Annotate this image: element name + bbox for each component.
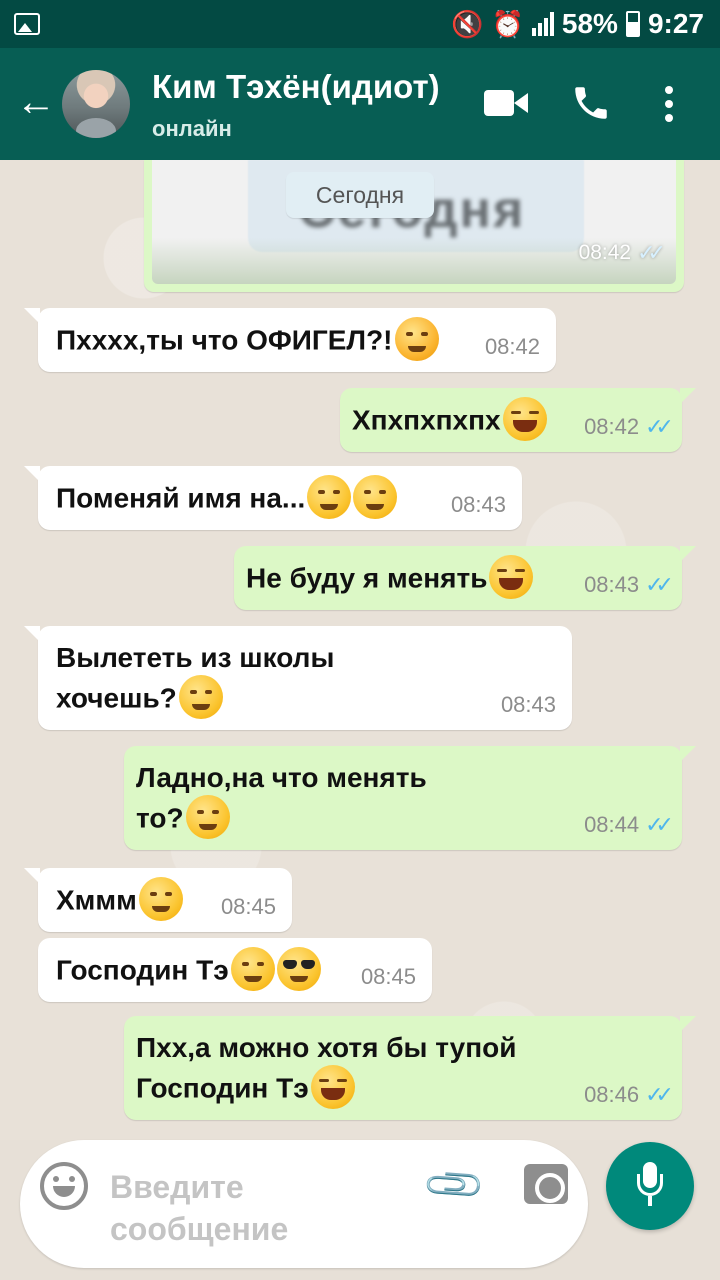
message-text-line: Ладно,на что менять [136,762,427,793]
message-text: Хммм [56,884,137,916]
message-text: Хпхпхпхпх [352,404,501,436]
smirk-emoji-icon [230,947,275,991]
time-text: 08:45 [220,894,276,919]
clock: 9:27 [647,8,704,39]
message-text: Поменяй имя на... [56,482,306,514]
contact-status: онлайн [152,116,232,141]
message-text-line: Господин Тэ [136,1072,309,1104]
signal-icon [531,12,554,36]
read-ticks-icon: ✓✓ [645,1082,674,1107]
contact-avatar[interactable] [62,70,130,138]
message-outgoing[interactable]: Ладно,на что менять то? 08:44 ✓✓ [124,746,696,850]
laughing-emoji-icon [489,555,534,599]
message-text: Не буду я менять [246,562,488,594]
message-incoming[interactable]: Господин Тэ 08:45 [38,938,432,1002]
time-text: 08:45 [360,964,416,989]
sunglasses-emoji-icon [276,947,321,991]
message-time: 08:43 ✓✓ [584,572,674,598]
time-text: 08:44 [584,812,640,837]
message-incoming[interactable]: Поменяй имя на... 08:43 [24,466,522,530]
message-time: 08:45 [361,964,416,990]
smirk-emoji-icon [138,877,183,921]
battery-icon [625,11,640,37]
message-time: 08:42 ✓✓ [584,414,674,440]
message-text: Господин Тэ [56,954,229,986]
message-text-line: хочешь? [56,682,177,714]
video-call-icon[interactable] [484,88,530,118]
date-divider: Сегодня [286,172,434,218]
microphone-icon [636,1162,664,1210]
smirk-emoji-icon [353,475,398,519]
thinking-emoji-icon [307,475,352,519]
time-text: 08:42 [584,414,640,439]
angry-emoji-icon [394,317,439,361]
read-ticks-icon: ✓✓ [645,414,674,439]
unamused-emoji-icon [185,795,230,839]
more-options-icon[interactable] [662,86,676,122]
status-bar: 🔇 ⏰ 58% 9:27 [0,0,720,48]
time-text: 08:46 [584,1082,640,1107]
camera-icon[interactable] [524,1164,568,1204]
message-outgoing[interactable]: Не буду я менять 08:43 ✓✓ [234,546,696,610]
message-incoming[interactable]: Хммм 08:45 [24,868,292,932]
message-composer: Введите сообщение 📎 [20,1140,588,1268]
message-text-line: то? [136,802,184,834]
back-arrow-icon[interactable]: ← [16,82,56,122]
emoji-keyboard-icon[interactable] [40,1162,88,1210]
time-text: 08:42 [578,241,632,264]
message-input[interactable]: Введите сообщение [110,1166,340,1250]
message-time: 08:43 [501,692,556,718]
time-text: 08:43 [450,492,506,517]
message-time: 08:46 ✓✓ [584,1082,674,1108]
voice-call-icon[interactable] [570,82,612,124]
message-time: 08:42 [485,334,540,360]
message-text-line: Вылететь из школы [56,642,335,673]
message-time: 08:45 [221,894,276,920]
message-time: 08:42 ✓✓ [578,240,666,266]
message-time: 08:43 [451,492,506,518]
mute-icon: 🔇 [451,8,484,39]
read-ticks-icon: ✓✓ [645,572,674,597]
smirk-emoji-icon [178,675,223,719]
chat-area[interactable]: Сегодня 08:42 ✓✓ Сегодня Пхххх,ты что ОФ… [0,160,720,1140]
message-incoming[interactable]: Вылететь из школы хочешь? 08:43 [24,626,572,730]
read-ticks-icon: ✓✓ [645,812,674,837]
message-text: Пхххх,ты что ОФИГЕЛ?! [56,324,393,356]
message-incoming[interactable]: Пхххх,ты что ОФИГЕЛ?! 08:42 [24,308,556,372]
laughing-emoji-icon [310,1065,355,1109]
time-text: 08:43 [500,692,556,717]
battery-percent: 58% [561,8,618,39]
time-text: 08:42 [484,334,540,359]
message-outgoing[interactable]: Хпхпхпхпх 08:42 ✓✓ [340,388,696,452]
attach-icon[interactable]: 📎 [420,1152,488,1220]
voice-message-button[interactable] [606,1142,694,1230]
laughing-emoji-icon [502,397,547,441]
message-outgoing[interactable]: Пхх,а можно хотя бы тупой Господин Тэ 08… [124,1016,696,1120]
message-time: 08:44 ✓✓ [584,812,674,838]
image-notification-icon [14,13,40,35]
message-text-line: Пхх,а можно хотя бы тупой [136,1032,517,1063]
read-ticks-icon: ✓✓ [637,240,666,265]
contact-name[interactable]: Ким Тэхён(идиот) [152,68,440,106]
alarm-icon: ⏰ [491,8,524,39]
chat-header: ← Ким Тэхён(идиот) онлайн [0,48,720,160]
time-text: 08:43 [584,572,640,597]
